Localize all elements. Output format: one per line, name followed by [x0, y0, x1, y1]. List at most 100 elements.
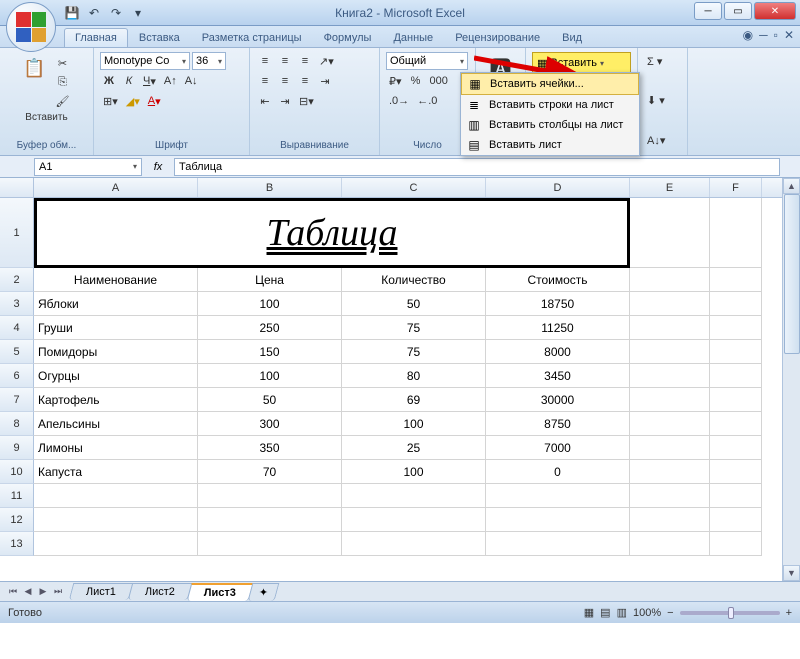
row-header[interactable]: 2	[0, 268, 34, 292]
cell[interactable]	[710, 460, 762, 484]
cell[interactable]: 100	[198, 364, 342, 388]
cell[interactable]: 30000	[486, 388, 630, 412]
underline-button[interactable]: Ч▾	[140, 72, 159, 90]
zoom-out-button[interactable]: −	[667, 607, 673, 619]
save-button[interactable]: 💾	[62, 3, 82, 23]
font-size-select[interactable]: 36▾	[192, 52, 226, 70]
cell[interactable]	[486, 508, 630, 532]
sheet-tab-1[interactable]: Лист1	[69, 583, 134, 600]
grow-font-button[interactable]: A↑	[161, 72, 180, 90]
align-middle-button[interactable]: ≡	[276, 52, 294, 70]
cell[interactable]: 250	[198, 316, 342, 340]
formula-input[interactable]: Таблица	[174, 158, 780, 176]
cell[interactable]	[34, 532, 198, 556]
cut-button[interactable]: ✂	[53, 54, 73, 72]
increase-decimal-button[interactable]: .0→	[386, 92, 412, 110]
cell[interactable]	[630, 292, 710, 316]
cell[interactable]	[710, 532, 762, 556]
zoom-in-button[interactable]: +	[786, 607, 792, 619]
title-cell[interactable]: Таблица	[34, 198, 630, 268]
col-header-e[interactable]: E	[630, 178, 710, 197]
view-normal-button[interactable]: ▦	[584, 606, 594, 619]
orientation-button[interactable]: ↗▾	[316, 52, 337, 70]
insert-cells-button[interactable]: ▦ Вставить ▾	[532, 52, 631, 74]
menu-insert-cells[interactable]: ▦Вставить ячейки...	[461, 73, 639, 95]
cell[interactable]: 300	[198, 412, 342, 436]
cell[interactable]	[630, 388, 710, 412]
cell[interactable]	[710, 436, 762, 460]
cell[interactable]: 25	[342, 436, 486, 460]
cell[interactable]	[630, 340, 710, 364]
cell[interactable]	[630, 484, 710, 508]
cell[interactable]: 50	[198, 388, 342, 412]
cell[interactable]	[630, 508, 710, 532]
scroll-thumb[interactable]	[784, 194, 800, 354]
help-icon[interactable]: ◉	[743, 28, 753, 42]
select-all-corner[interactable]	[0, 178, 34, 197]
cell[interactable]	[710, 268, 762, 292]
font-color-button[interactable]: A▾	[145, 92, 164, 110]
align-bottom-button[interactable]: ≡	[296, 52, 314, 70]
align-right-button[interactable]: ≡	[296, 72, 314, 90]
zoom-slider[interactable]	[680, 611, 780, 615]
autosum-button[interactable]: Σ ▾	[644, 52, 665, 70]
scroll-down-button[interactable]: ▼	[783, 565, 800, 581]
fill-color-button[interactable]: ◢▾	[123, 92, 143, 110]
cell[interactable]: 18750	[486, 292, 630, 316]
number-format-select[interactable]: Общий▾	[386, 52, 468, 70]
cell[interactable]	[710, 508, 762, 532]
cell[interactable]: 150	[198, 340, 342, 364]
cell[interactable]	[630, 316, 710, 340]
row-header[interactable]: 8	[0, 412, 34, 436]
tab-review[interactable]: Рецензирование	[444, 28, 551, 47]
sheet-tab-2[interactable]: Лист2	[128, 583, 193, 600]
wrap-text-button[interactable]: ⇥	[316, 72, 334, 90]
sheet-tab-3[interactable]: Лист3	[187, 583, 254, 601]
header-cell[interactable]: Наименование	[34, 268, 198, 292]
view-page-layout-button[interactable]: ▤	[600, 606, 610, 619]
cell[interactable]: Яблоки	[34, 292, 198, 316]
cell[interactable]	[342, 532, 486, 556]
col-header-f[interactable]: F	[710, 178, 762, 197]
font-name-select[interactable]: Monotype Co▾	[100, 52, 190, 70]
header-cell[interactable]: Количество	[342, 268, 486, 292]
cell[interactable]: 8000	[486, 340, 630, 364]
row-header[interactable]: 5	[0, 340, 34, 364]
cell[interactable]: 7000	[486, 436, 630, 460]
cell[interactable]: 80	[342, 364, 486, 388]
minimize-ribbon-icon[interactable]: ─	[759, 28, 768, 42]
tab-home[interactable]: Главная	[64, 28, 128, 47]
cell[interactable]: 70	[198, 460, 342, 484]
cell[interactable]: Картофель	[34, 388, 198, 412]
office-button[interactable]	[6, 2, 56, 52]
cell[interactable]: 75	[342, 316, 486, 340]
cell[interactable]: Груши	[34, 316, 198, 340]
cell[interactable]	[198, 532, 342, 556]
comma-button[interactable]: 000	[427, 72, 451, 90]
minimize-button[interactable]: ─	[694, 2, 722, 20]
cell[interactable]	[710, 316, 762, 340]
cell[interactable]	[710, 364, 762, 388]
cell[interactable]	[630, 436, 710, 460]
cell[interactable]	[630, 460, 710, 484]
col-header-d[interactable]: D	[486, 178, 630, 197]
cell[interactable]: 100	[342, 412, 486, 436]
prev-sheet-button[interactable]: ◀	[21, 585, 35, 599]
cell[interactable]	[486, 532, 630, 556]
bold-button[interactable]: Ж	[100, 72, 118, 90]
row-header[interactable]: 12	[0, 508, 34, 532]
cell[interactable]: Апельсины	[34, 412, 198, 436]
cell[interactable]: Лимоны	[34, 436, 198, 460]
menu-insert-sheet[interactable]: ▤Вставить лист	[461, 135, 639, 155]
maximize-button[interactable]: ▭	[724, 2, 752, 20]
cell[interactable]: 350	[198, 436, 342, 460]
col-header-a[interactable]: A	[34, 178, 198, 197]
cell[interactable]: 8750	[486, 412, 630, 436]
decrease-indent-button[interactable]: ⇤	[256, 92, 274, 110]
row-header[interactable]: 7	[0, 388, 34, 412]
row-header[interactable]: 3	[0, 292, 34, 316]
cell[interactable]	[630, 364, 710, 388]
cell[interactable]: Капуста	[34, 460, 198, 484]
vertical-scrollbar[interactable]: ▲ ▼	[782, 178, 800, 581]
cell[interactable]	[630, 198, 710, 268]
